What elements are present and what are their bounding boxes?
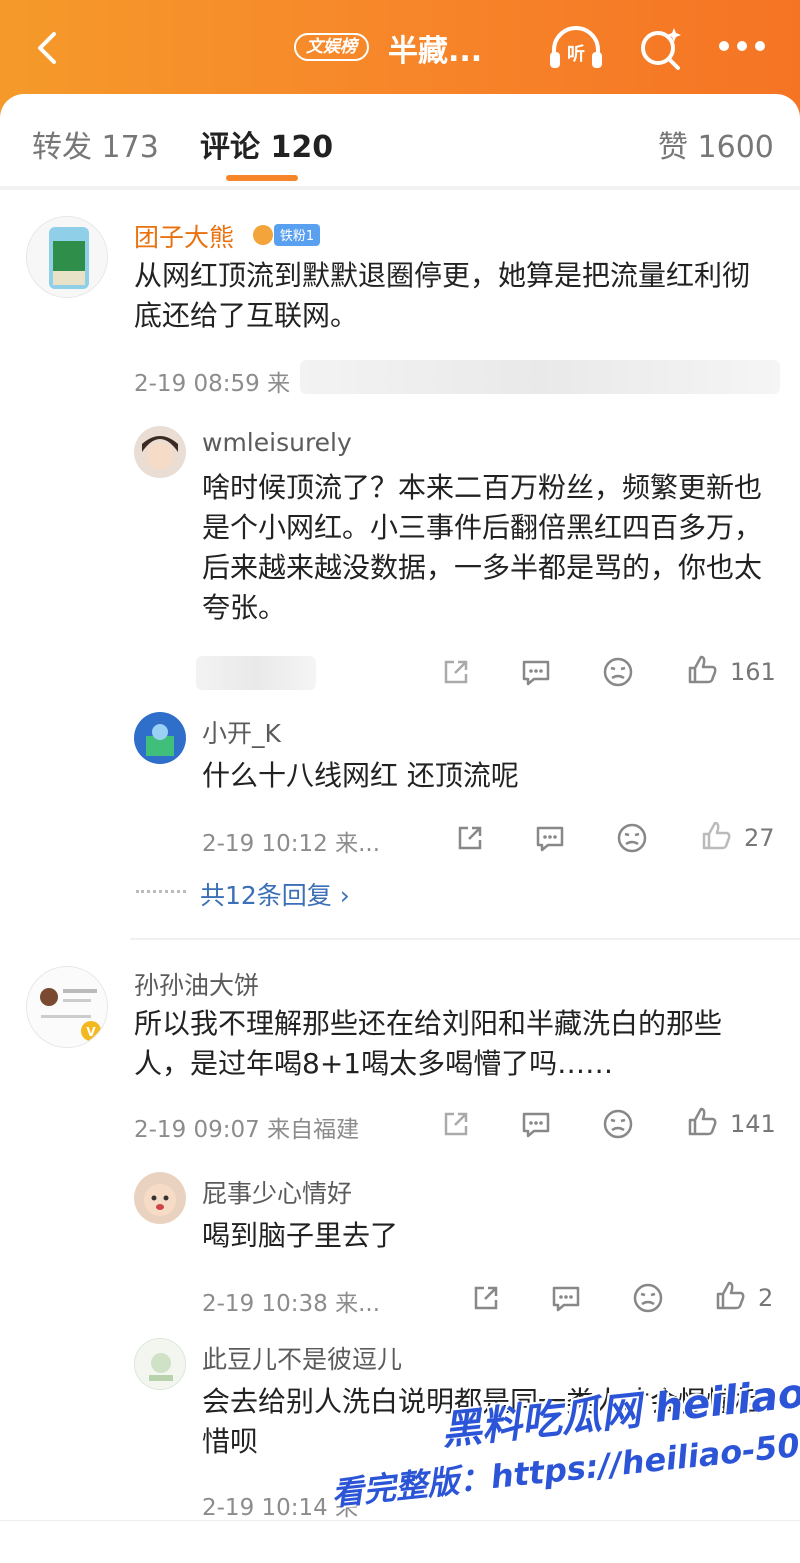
bottom-toolbar [0, 1520, 800, 1563]
share-icon[interactable] [470, 1282, 502, 1314]
reply-text: 什么十八线网红 还顶流呢 [202, 759, 519, 792]
like-count: 161 [730, 658, 776, 686]
reply-meta: 2-19 10:38 来... [202, 1291, 381, 1317]
thumbs-up-icon[interactable] [686, 1106, 718, 1138]
blurred-meta [196, 656, 316, 690]
svg-text:V: V [86, 1025, 96, 1039]
tab-likes[interactable]: 赞 1600 [658, 122, 774, 166]
reply-author[interactable]: 此豆儿不是彼逗儿 [202, 1340, 402, 1376]
commenter-name[interactable]: 团子大熊 [134, 218, 234, 254]
reply-meta: 2-19 10:12 来... [202, 831, 381, 857]
comment-icon[interactable] [534, 822, 566, 854]
thumbs-up-icon[interactable] [686, 654, 718, 686]
thumbs-up-icon[interactable] [700, 820, 732, 852]
active-tab-indicator [226, 175, 298, 181]
comment-icon[interactable] [520, 656, 552, 688]
comment-text: 从网红顶流到默默退圈停更，她算是把流量红利彻底还给了互联网。 [134, 259, 751, 332]
ranking-tag[interactable]: 文娱榜 [294, 33, 369, 61]
share-icon[interactable] [440, 1108, 472, 1140]
comment-separator [130, 938, 800, 940]
fan-badge: 铁粉1 [253, 224, 320, 246]
avatar[interactable] [134, 1172, 186, 1224]
reply-text: 啥时候顶流了？本来二百万粉丝，频繁更新也是个小网红。小三事件后翻倍黑红四百多万，… [202, 471, 763, 624]
headphones-icon[interactable]: 听 [546, 24, 606, 72]
avatar[interactable] [134, 1338, 186, 1390]
like-count: 2 [758, 1284, 774, 1312]
dislike-face-icon[interactable] [602, 656, 634, 688]
dislike-face-icon[interactable] [616, 822, 648, 854]
comment-text: 所以我不理解那些还在给刘阳和半藏洗白的那些人，是过年喝8+1喝太多喝懵了吗…… [134, 1007, 723, 1080]
dots-separator [136, 890, 186, 893]
comment-meta: 2-19 08:59 来 [134, 371, 291, 397]
reply-author[interactable]: 小开_K [202, 714, 281, 750]
dislike-face-icon[interactable] [602, 1108, 634, 1140]
dislike-face-icon[interactable] [632, 1282, 664, 1314]
reply-author[interactable]: wmleisurely [202, 428, 352, 457]
avatar[interactable] [134, 712, 186, 764]
reply-author[interactable]: 屁事少心情好 [202, 1174, 352, 1210]
reply-text: 喝到脑子里去了 [202, 1219, 399, 1252]
avatar[interactable]: V [26, 966, 108, 1048]
comment-meta: 2-19 09:07 来自福建 [134, 1117, 360, 1143]
svg-text:听: 听 [567, 43, 585, 65]
tab-comments[interactable]: 评论 120 [200, 122, 333, 166]
search-icon[interactable] [636, 24, 686, 72]
back-icon[interactable] [28, 28, 68, 68]
page-title: 半藏... [388, 34, 483, 69]
avatar[interactable] [26, 216, 108, 298]
comment-icon[interactable] [520, 1108, 552, 1140]
blurred-actions [300, 360, 780, 394]
tab-reposts[interactable]: 转发 173 [32, 122, 159, 166]
thumbs-up-icon[interactable] [714, 1280, 746, 1312]
fan-badge-label: 铁粉1 [280, 229, 314, 244]
commenter-name[interactable]: 孙孙油大饼 [134, 966, 259, 1002]
more-replies-link[interactable]: 共12条回复 › [200, 876, 350, 912]
avatar[interactable] [134, 426, 186, 478]
share-icon[interactable] [440, 656, 472, 688]
more-icon[interactable] [716, 36, 768, 56]
tab-divider [0, 186, 800, 190]
like-count: 141 [730, 1110, 776, 1138]
comment-icon[interactable] [550, 1282, 582, 1314]
share-icon[interactable] [454, 822, 486, 854]
like-count: 27 [744, 824, 775, 852]
